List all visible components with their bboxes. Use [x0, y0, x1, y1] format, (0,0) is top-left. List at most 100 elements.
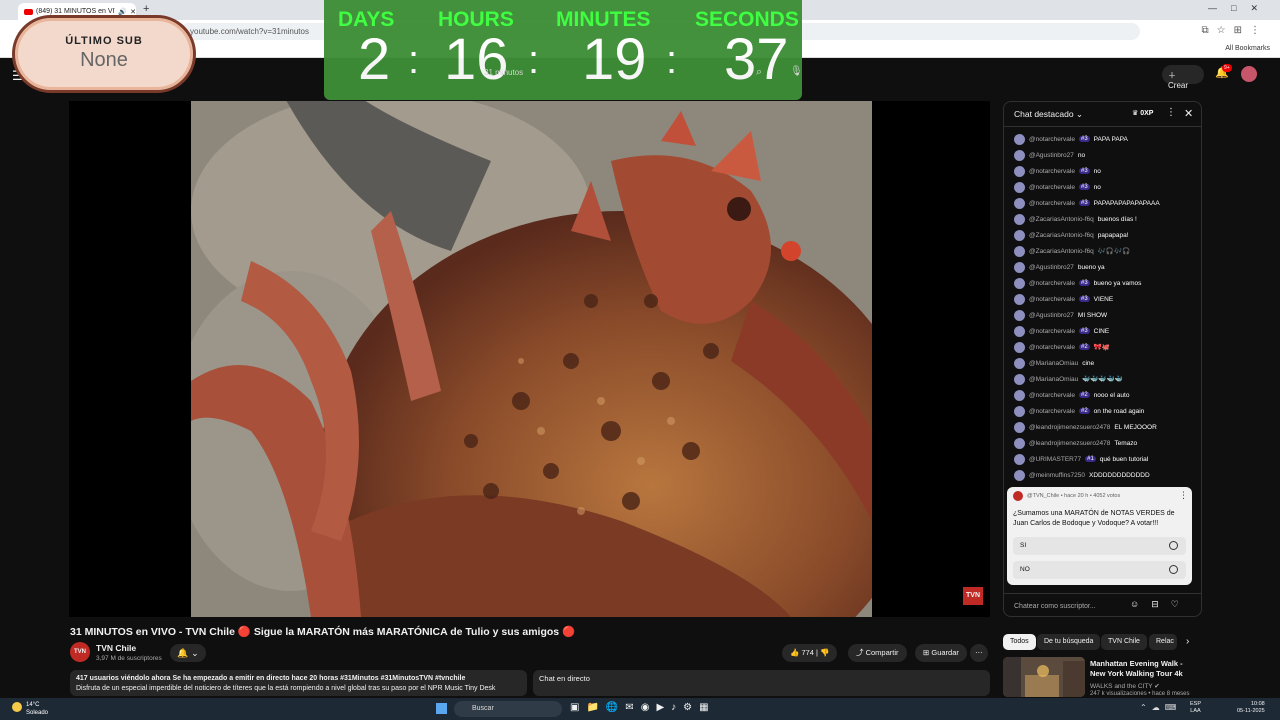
radio-circle-icon: [1169, 541, 1178, 550]
chat-user-avatar: [1014, 197, 1025, 209]
chat-author[interactable]: @notarchervale: [1029, 296, 1075, 303]
poll-more-icon[interactable]: ⋮: [1179, 490, 1188, 501]
chat-author[interactable]: @MarianaOmiau: [1029, 360, 1078, 367]
chat-message[interactable]: @MarianaOmiau cine: [1014, 356, 1094, 370]
video-description[interactable]: 417 usuarios viéndolo ahora Se ha empeza…: [70, 670, 527, 696]
chat-author[interactable]: @ZacariasAntonio-f6q: [1029, 232, 1094, 239]
chat-message[interactable]: @notarchervale #3 CINE: [1014, 324, 1109, 338]
chat-author[interactable]: @MarianaOmiau: [1029, 376, 1078, 383]
chat-user-avatar: [1014, 421, 1025, 433]
channel-avatar[interactable]: TVN: [70, 642, 90, 662]
chat-author[interactable]: @notarchervale: [1029, 392, 1075, 399]
chat-close-icon[interactable]: ✕: [1184, 107, 1193, 120]
weather-widget[interactable]: 14°C Soleado: [26, 701, 48, 717]
chat-message[interactable]: @URIMASTER77 #1 qué buen tutorial: [1014, 452, 1148, 466]
chat-author[interactable]: @ZacariasAntonio-f6q: [1029, 216, 1094, 223]
video-player[interactable]: TVN: [69, 101, 990, 617]
chat-message[interactable]: @notarchervale #3 no: [1014, 180, 1101, 194]
chat-author[interactable]: @Agustinbro27: [1029, 312, 1074, 319]
more-actions-icon[interactable]: ⋯: [970, 644, 988, 662]
chat-message[interactable]: @notarchervale #3 no: [1014, 164, 1101, 178]
all-bookmarks-link[interactable]: All Bookmarks: [1225, 45, 1270, 52]
chat-message[interactable]: @Agustinbro27 no: [1014, 148, 1085, 162]
chat-rank-badge: #3: [1078, 184, 1090, 190]
last-sub-value: None: [80, 49, 128, 71]
toolbar-icons[interactable]: ⧉☆⊞⋮: [1202, 25, 1268, 36]
chat-message[interactable]: @leandrojimenezsuero2478 EL MEJOOOR: [1014, 420, 1157, 434]
chip-tvn-chile[interactable]: TVN Chile: [1101, 634, 1147, 650]
chat-author[interactable]: @notarchervale: [1029, 408, 1075, 415]
chat-message[interactable]: @Agustinbro27 bueno ya: [1014, 260, 1105, 274]
chat-author[interactable]: @notarchervale: [1029, 328, 1075, 335]
chat-author[interactable]: @ZacariasAntonio-f6q: [1029, 248, 1094, 255]
lobster-scene-image: [191, 101, 872, 617]
taskbar-search[interactable]: Buscar: [454, 701, 562, 717]
chat-author[interactable]: @Agustinbro27: [1029, 152, 1074, 159]
chat-message[interactable]: @Agustinbro27 MI SHOW: [1014, 308, 1107, 322]
chat-author[interactable]: @notarchervale: [1029, 280, 1075, 287]
new-tab-icon[interactable]: +: [143, 3, 149, 15]
chat-message[interactable]: @notarchervale #3 PAPAPAPAPAPAPAAA: [1014, 196, 1160, 210]
chat-author[interactable]: @notarchervale: [1029, 168, 1075, 175]
poll-channel-avatar: [1013, 491, 1023, 501]
chip-de-tu-busqueda[interactable]: De tu búsqueda: [1037, 634, 1101, 650]
suggested-video-channel[interactable]: WALKS and the CITY ✔: [1090, 682, 1160, 690]
chat-input-icons[interactable]: ☺⊟♡: [1130, 599, 1191, 610]
chat-message[interactable]: @notarchervale #3 VIENE: [1014, 292, 1113, 306]
chip-todos[interactable]: Todos: [1003, 634, 1036, 650]
taskbar-pinned-apps[interactable]: ▣📁🌐✉◉▶♪⚙▦: [570, 702, 716, 713]
chip-relacionados[interactable]: Relac: [1149, 634, 1177, 650]
channel-name[interactable]: TVN Chile: [96, 643, 136, 653]
points-badge[interactable]: ♛ 0XP: [1132, 109, 1153, 117]
poll-option-no[interactable]: NO: [1013, 561, 1186, 579]
chat-message[interactable]: @notarchervale #2 🎀🐙: [1014, 340, 1110, 354]
like-button[interactable]: 👍 774 | 👎: [782, 644, 838, 662]
chat-message[interactable]: @notarchervale #2 on the road again: [1014, 404, 1144, 418]
chat-author[interactable]: @notarchervale: [1029, 184, 1075, 191]
chat-message[interactable]: @notarchervale #3 PAPA PAPA: [1014, 132, 1128, 146]
search-icon[interactable]: ⌕: [756, 66, 762, 79]
microphone-icon[interactable]: 🎙: [790, 66, 803, 77]
chat-user-avatar: [1014, 389, 1025, 401]
chat-input[interactable]: Chatear como suscriptor...: [1014, 600, 1124, 613]
account-avatar[interactable]: [1241, 66, 1257, 82]
chat-more-icon[interactable]: ⋮: [1166, 107, 1176, 118]
notification-bell-button[interactable]: 🔔 ⌄: [170, 644, 206, 662]
chat-message[interactable]: @ZacariasAntonio-f6q papapapa!: [1014, 228, 1129, 242]
points-value: 0XP: [1140, 110, 1154, 117]
chat-message-text: 🐳🐳🐳🐳🐳: [1082, 376, 1123, 383]
chevron-right-icon[interactable]: ›: [1186, 636, 1189, 647]
chat-message[interactable]: @notarchervale #2 nooo el auto: [1014, 388, 1129, 402]
chat-author[interactable]: @URIMASTER77: [1029, 456, 1081, 463]
suggested-video-title[interactable]: Manhattan Evening Walk - New York Walkin…: [1090, 659, 1200, 679]
taskbar-clock[interactable]: 10:08 05-11-2025: [1237, 701, 1265, 715]
suggested-video-thumbnail[interactable]: [1003, 657, 1085, 697]
create-button[interactable]: ＋ Crear: [1162, 65, 1204, 90]
system-tray-icons[interactable]: ⌃☁⌨: [1140, 703, 1181, 712]
chat-author[interactable]: @notarchervale: [1029, 200, 1075, 207]
live-chat-replay-box[interactable]: Chat en directo: [533, 670, 990, 696]
chat-message-text: CINE: [1093, 327, 1110, 335]
chat-mode-dropdown[interactable]: Chat destacado ⌄: [1014, 109, 1083, 120]
chat-message[interactable]: @notarchervale #3 bueno ya vamos: [1014, 276, 1141, 290]
save-button[interactable]: ⊞ Guardar: [915, 644, 967, 662]
share-button[interactable]: ⤴ Compartir: [848, 644, 907, 662]
chat-author[interactable]: @notarchervale: [1029, 344, 1075, 351]
taskbar-search-label: Buscar: [472, 705, 494, 712]
language-indicator[interactable]: ESP LAA: [1190, 701, 1201, 715]
chat-user-avatar: [1014, 149, 1025, 161]
chat-author[interactable]: @leandrojimenezsuero2478: [1029, 440, 1110, 447]
window-controls[interactable]: —□✕: [1208, 3, 1272, 14]
chat-message[interactable]: @leandrojimenezsuero2478 Temazo: [1014, 436, 1137, 450]
chat-author[interactable]: @notarchervale: [1029, 136, 1075, 143]
chat-author[interactable]: @leandrojimenezsuero2478: [1029, 424, 1110, 431]
poll-option-si[interactable]: SI: [1013, 537, 1186, 555]
chat-author[interactable]: @Agustinbro27: [1029, 264, 1074, 271]
chat-message[interactable]: @ZacariasAntonio-f6q buenos días !: [1014, 212, 1137, 226]
chat-message[interactable]: @MarianaOmiau 🐳🐳🐳🐳🐳: [1014, 372, 1123, 386]
chat-message[interactable]: @ZacariasAntonio-f6q 🎶🎧🎶🎧: [1014, 244, 1130, 258]
windows-start-icon[interactable]: [436, 703, 447, 714]
poll-card: @TVN_Chile • hace 20 h • 4052 votos ⋮ ¿S…: [1007, 487, 1192, 585]
chat-author[interactable]: @meinmuffins7250: [1029, 472, 1085, 479]
chat-message[interactable]: @meinmuffins7250 XDDDDDDDDDDDD: [1014, 468, 1150, 482]
